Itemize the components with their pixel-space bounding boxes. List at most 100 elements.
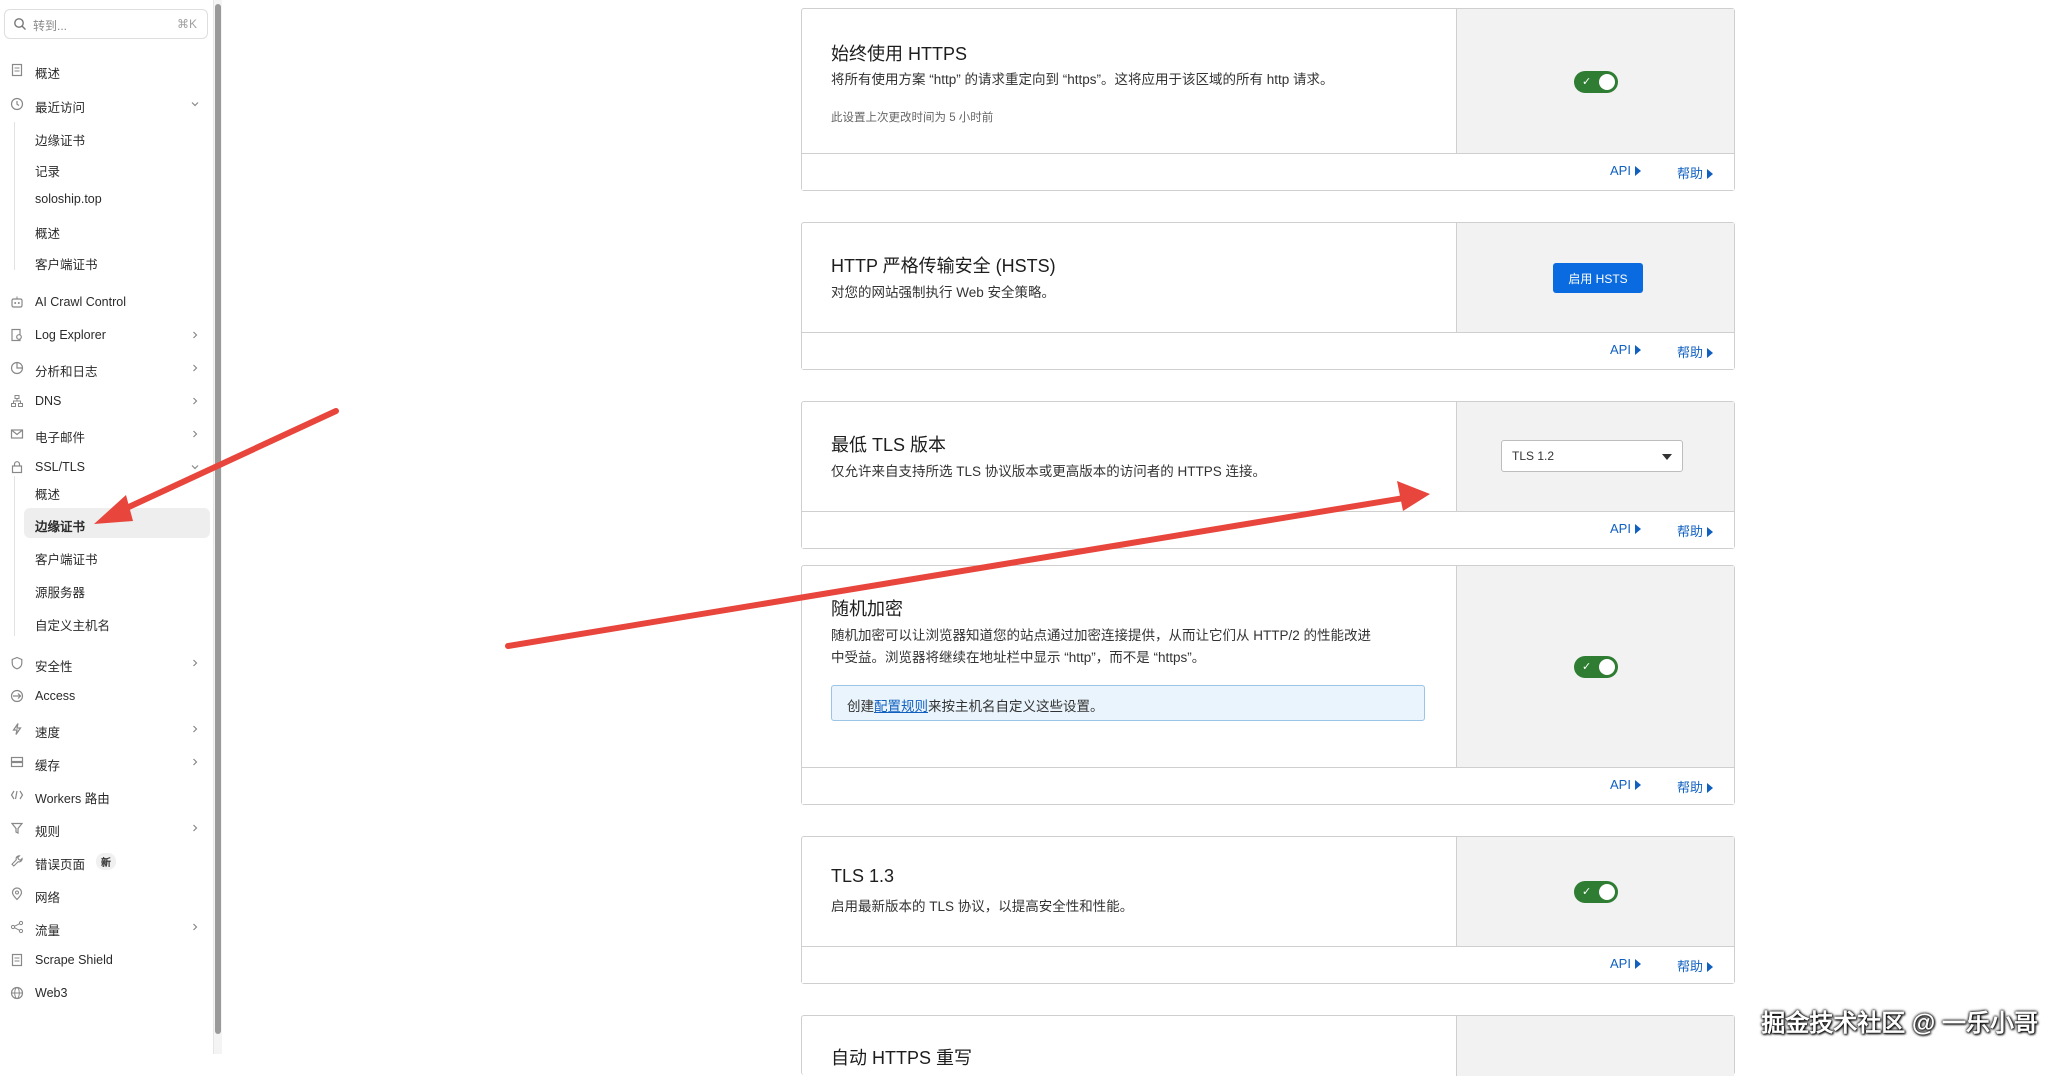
- sidebar-item-label: 分析和日志: [35, 365, 98, 379]
- card-title: TLS 1.3: [831, 866, 895, 886]
- sidebar-item-custom-hostnames[interactable]: 自定义主机名: [24, 607, 210, 637]
- help-link[interactable]: 帮助: [1677, 777, 1714, 796]
- card-title: 最低 TLS 版本: [831, 435, 947, 455]
- api-link[interactable]: API: [1610, 163, 1641, 178]
- sidebar-item-log-explorer[interactable]: Log Explorer: [0, 320, 214, 350]
- sidebar-item-email[interactable]: 电子邮件: [0, 419, 214, 449]
- card-content: HTTP 严格传输安全 (HSTS) 对您的网站强制执行 Web 安全策略。: [802, 223, 1457, 334]
- card-control-area: ✓: [1457, 566, 1734, 769]
- shield-icon: [11, 656, 23, 670]
- api-link[interactable]: API: [1610, 342, 1641, 357]
- mail-icon: [10, 429, 24, 439]
- sidebar-item-domain[interactable]: soloship.top: [24, 184, 210, 214]
- caret-right-icon: [1707, 962, 1714, 972]
- sidebar-item-client-certificates[interactable]: 客户端证书: [24, 541, 210, 571]
- subtree-line: [14, 476, 15, 636]
- workers-icon: [10, 790, 24, 800]
- card-control-area: 启用 HSTS: [1457, 223, 1734, 334]
- api-link-label: API: [1610, 342, 1631, 357]
- pin-icon: [11, 887, 23, 901]
- sidebar-item-records[interactable]: 记录: [24, 153, 210, 183]
- sidebar-item-recent[interactable]: 最近访问: [0, 89, 214, 119]
- help-link-label: 帮助: [1677, 345, 1704, 360]
- sidebar-item-traffic[interactable]: 流量: [0, 912, 214, 942]
- sidebar-item-edge-certificates[interactable]: 边缘证书: [24, 508, 210, 538]
- sidebar-item-scrape-shield[interactable]: Scrape Shield: [0, 945, 214, 975]
- sidebar-item-label: 客户端证书: [35, 553, 98, 567]
- sidebar-item-origin-server[interactable]: 源服务器: [24, 574, 210, 604]
- opportunistic-encryption-toggle[interactable]: ✓: [1574, 656, 1618, 678]
- sidebar-item-ai-crawl[interactable]: AI Crawl Control: [0, 287, 214, 317]
- sidebar-item-analytics[interactable]: 分析和日志: [0, 353, 214, 383]
- chevron-down-icon: [191, 102, 199, 107]
- new-badge: 新: [96, 853, 116, 870]
- sidebar-item-speed[interactable]: 速度: [0, 714, 214, 744]
- sidebar-item-security[interactable]: 安全性: [0, 648, 214, 678]
- search-input[interactable]: 转到... ⌘K: [4, 9, 208, 39]
- toggle-knob: [1599, 659, 1615, 675]
- sidebar-item-cache[interactable]: 缓存: [0, 747, 214, 777]
- network-icon: [11, 395, 23, 407]
- sidebar-item-error-pages[interactable]: 错误页面 新: [0, 846, 214, 876]
- caret-right-icon: [1707, 783, 1714, 793]
- card-title: 自动 HTTPS 重写: [831, 1048, 973, 1068]
- sidebar-item-label: 电子邮件: [35, 431, 86, 445]
- sidebar-item-label: 概述: [35, 67, 61, 81]
- sidebar-item-edge-cert-recent[interactable]: 边缘证书: [24, 122, 210, 152]
- check-icon: ✓: [1582, 886, 1592, 898]
- config-rules-link[interactable]: 配置规则: [874, 699, 928, 714]
- sidebar-item-web3[interactable]: Web3: [0, 978, 214, 1008]
- help-link[interactable]: 帮助: [1677, 163, 1714, 182]
- api-link[interactable]: API: [1610, 521, 1641, 536]
- scrollbar-thumb[interactable]: [215, 4, 221, 1034]
- card-hsts: HTTP 严格传输安全 (HSTS) 对您的网站强制执行 Web 安全策略。 启…: [801, 222, 1735, 370]
- chevron-right-icon: [193, 725, 198, 733]
- sidebar-item-workers-routes[interactable]: Workers 路由: [0, 780, 214, 810]
- card-content: 随机加密 随机加密可以让浏览器知道您的站点通过加密连接提供，从而让它们从 HTT…: [802, 566, 1457, 769]
- sidebar-item-network[interactable]: 网络: [0, 879, 214, 909]
- card-title: 随机加密: [831, 599, 903, 619]
- help-link[interactable]: 帮助: [1677, 521, 1714, 540]
- chevron-right-icon: [193, 364, 198, 372]
- sidebar-item-label: 概述: [35, 227, 61, 241]
- subtree-line: [14, 122, 15, 270]
- sidebar-item-client-cert-recent[interactable]: 客户端证书: [24, 246, 210, 276]
- card-footer: API 帮助: [802, 946, 1734, 983]
- card-description: 启用最新版本的 TLS 协议，以提高安全性和性能。: [831, 899, 1134, 914]
- info-callout: 创建配置规则来按主机名自定义这些设置。: [831, 685, 1425, 721]
- sidebar-item-label: 源服务器: [35, 586, 86, 600]
- tls13-toggle[interactable]: ✓: [1574, 881, 1618, 903]
- globe-icon: [10, 986, 24, 1000]
- sidebar-item-rules[interactable]: 规则: [0, 813, 214, 843]
- card-description: 仅允许来自支持所选 TLS 协议版本或更高版本的访问者的 HTTPS 连接。: [831, 464, 1267, 479]
- always-https-toggle[interactable]: ✓: [1574, 71, 1618, 93]
- toggle-knob: [1599, 74, 1615, 90]
- api-link[interactable]: API: [1610, 777, 1641, 792]
- bolt-icon: [12, 723, 22, 735]
- sidebar-item-label: 流量: [35, 924, 61, 938]
- api-link[interactable]: API: [1610, 956, 1641, 971]
- sidebar-item-access[interactable]: Access: [0, 681, 214, 711]
- sidebar-item-overview[interactable]: 概述: [0, 55, 214, 85]
- sidebar-item-label: Workers 路由: [35, 792, 110, 806]
- robot-icon: [11, 296, 23, 308]
- enable-hsts-button[interactable]: 启用 HSTS: [1553, 263, 1643, 293]
- sidebar-item-ssl-overview[interactable]: 概述: [24, 476, 210, 506]
- sidebar-scrollbar[interactable]: [214, 0, 222, 1054]
- chevron-right-icon: [193, 758, 198, 766]
- sidebar-item-dns[interactable]: DNS: [0, 386, 214, 416]
- sidebar-item-label: 边缘证书: [35, 134, 86, 148]
- help-link[interactable]: 帮助: [1677, 956, 1714, 975]
- card-footer: API 帮助: [802, 767, 1734, 804]
- sidebar-item-overview-recent[interactable]: 概述: [24, 215, 210, 245]
- sidebar-item-label: 网络: [35, 891, 61, 905]
- toggle-knob: [1599, 884, 1615, 900]
- card-min-tls: 最低 TLS 版本 仅允许来自支持所选 TLS 协议版本或更高版本的访问者的 H…: [801, 401, 1735, 549]
- clock-icon: [10, 97, 24, 111]
- help-link[interactable]: 帮助: [1677, 342, 1714, 361]
- tls-version-select[interactable]: TLS 1.2: [1501, 440, 1683, 472]
- card-tls13: TLS 1.3 启用最新版本的 TLS 协议，以提高安全性和性能。 ✓ API …: [801, 836, 1735, 984]
- card-control-area: ✓: [1457, 837, 1734, 948]
- sidebar-item-label: 边缘证书: [35, 520, 86, 534]
- wrench-icon: [11, 855, 23, 867]
